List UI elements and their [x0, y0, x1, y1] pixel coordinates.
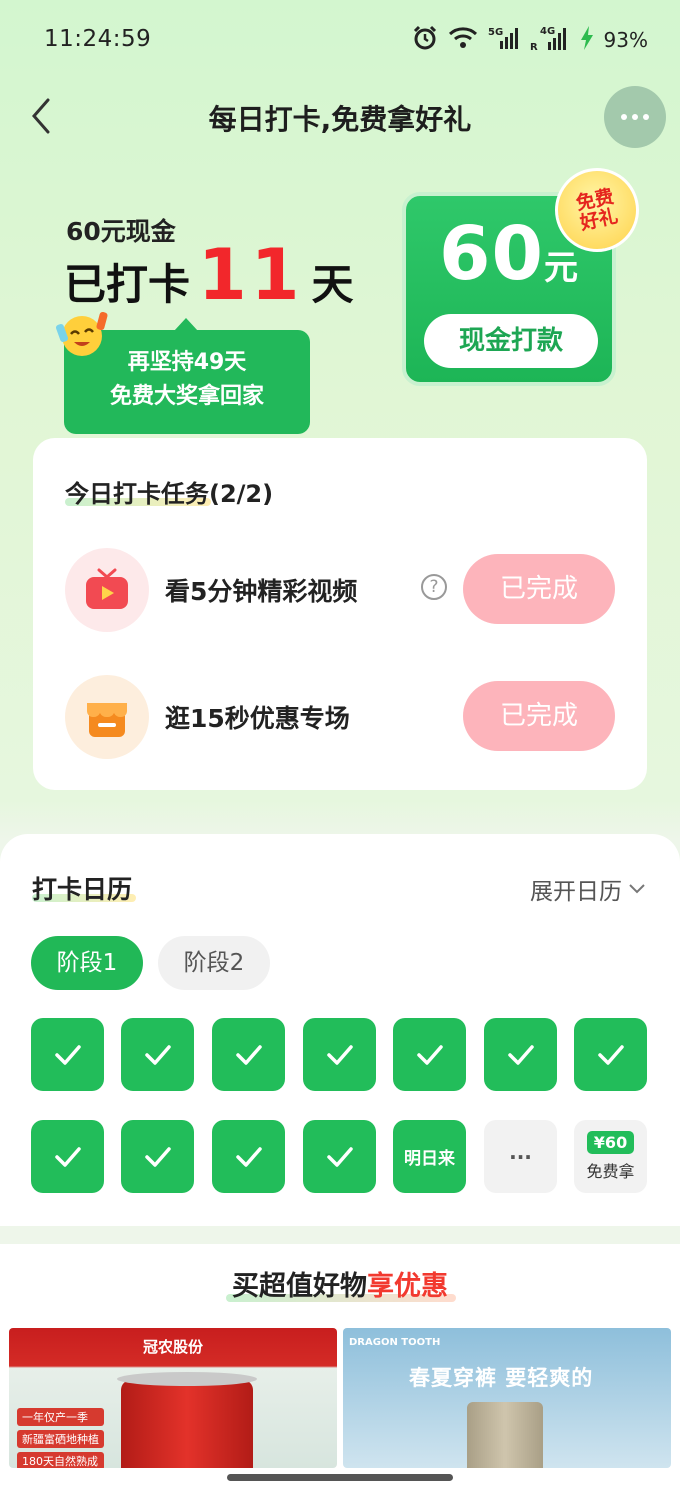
product-brand: DRAGON TOOTH — [349, 1337, 441, 1348]
svg-text:5G: 5G — [488, 27, 503, 38]
status-bar: 11:24:59 5G 4G R 93% — [0, 0, 680, 80]
check-icon — [507, 1044, 534, 1065]
product-slogan: 春夏穿裤 要轻爽的 — [409, 1366, 594, 1390]
check-icon — [144, 1146, 171, 1167]
reward-amount: ¥60 — [586, 1131, 635, 1154]
encourage-line2: 免费大奖拿回家 — [109, 384, 264, 409]
status-time: 11:24:59 — [44, 26, 152, 52]
expand-calendar-button[interactable]: 展开日历 — [530, 872, 646, 906]
nav-bar: 每日打卡,免费拿好礼 — [0, 80, 680, 154]
check-icon — [54, 1146, 81, 1167]
day-cell-checked — [393, 1018, 466, 1091]
home-indicator[interactable] — [227, 1474, 453, 1481]
promo-tag: 一年仅产一季 — [17, 1408, 104, 1426]
day-cell-checked — [212, 1018, 285, 1091]
tomato-can-image — [117, 1372, 257, 1468]
tv-icon — [65, 548, 149, 632]
product-brand: 冠农股份 — [142, 1338, 203, 1356]
promo-tag: 180天自然熟成 — [17, 1452, 104, 1468]
day-cell-more: ··· — [484, 1120, 557, 1193]
celebrate-emoji-icon — [56, 306, 110, 360]
task-row-shop: 逛15秒优惠专场 已完成 — [65, 675, 615, 759]
product-card-tomato[interactable]: 冠农股份 一年仅产一季 新疆富硒地种植 180天自然熟成 — [9, 1328, 337, 1468]
status-icons: 5G 4G R 93% — [412, 24, 648, 56]
deals-title: 买超值好物享优惠 — [0, 1264, 680, 1303]
day-cell-checked — [303, 1120, 376, 1193]
task-label: 看5分钟精彩视频 — [165, 577, 358, 606]
task-done-button[interactable]: 已完成 — [463, 554, 615, 624]
checked-suffix: 天 — [311, 260, 354, 309]
task-label: 逛15秒优惠专场 — [165, 704, 350, 733]
checked-days-heading: 已打卡 11 天 — [64, 240, 353, 312]
tab-stage-1[interactable]: 阶段1 — [31, 936, 143, 990]
dot-icon — [643, 114, 649, 120]
prize-unit: 元 — [543, 248, 579, 288]
day-cell-checked — [121, 1018, 194, 1091]
day-cell-checked — [121, 1120, 194, 1193]
day-cell-tomorrow: 明日来 — [393, 1120, 466, 1193]
alarm-icon — [412, 25, 438, 55]
day-cell-checked — [303, 1018, 376, 1091]
battery-percent: 93% — [603, 28, 648, 52]
deals-title-accent: 享优惠 — [367, 1271, 448, 1302]
check-icon — [54, 1044, 81, 1065]
svg-text:R: R — [530, 42, 538, 52]
checkin-calendar: 打卡日历 展开日历 阶段1 阶段2 明日来 ··· ¥60 免费拿 — [0, 834, 680, 1226]
check-icon — [144, 1044, 171, 1065]
signal-5g-icon: 5G — [488, 25, 520, 55]
chevron-down-icon — [629, 884, 645, 894]
task-row-video: 看5分钟精彩视频 ? 已完成 — [65, 548, 615, 632]
cash-payout-button[interactable]: 现金打款 — [424, 314, 598, 368]
checkin-hero: 60元现金 已打卡 11 天 再坚持49天 免费大奖拿回家 60元 现金打款 免… — [0, 160, 680, 440]
expand-calendar-label: 展开日历 — [530, 879, 622, 905]
more-options-button[interactable] — [604, 86, 666, 148]
page-title: 每日打卡,免费拿好礼 — [208, 103, 472, 136]
task-done-button[interactable]: 已完成 — [463, 681, 615, 751]
day-cell-reward[interactable]: ¥60 免费拿 — [574, 1120, 647, 1193]
task-card-title: 今日打卡任务(2/2) — [65, 480, 274, 508]
battery-charging-icon — [580, 26, 594, 54]
check-icon — [326, 1044, 353, 1065]
dot-icon — [632, 114, 638, 120]
deals-title-normal: 买超值好物 — [232, 1271, 367, 1302]
dot-icon — [621, 114, 627, 120]
day-cell-checked — [574, 1018, 647, 1091]
checked-prefix: 已打卡 — [64, 260, 191, 309]
day-cell-checked — [31, 1018, 104, 1091]
prize-number: 60 — [439, 211, 544, 297]
svg-text:4G: 4G — [540, 26, 555, 37]
day-cell-checked — [212, 1120, 285, 1193]
checked-days-count: 11 — [198, 234, 304, 316]
wifi-icon — [448, 26, 478, 54]
day-cell-checked — [484, 1018, 557, 1091]
check-icon — [235, 1146, 262, 1167]
check-icon — [416, 1044, 443, 1065]
pants-image — [467, 1402, 543, 1468]
help-icon[interactable]: ? — [421, 574, 447, 600]
promo-tags: 一年仅产一季 新疆富硒地种植 180天自然熟成 — [17, 1408, 104, 1468]
tab-stage-2[interactable]: 阶段2 — [158, 936, 270, 990]
product-card-pants[interactable]: DRAGON TOOTH 春夏穿裤 要轻爽的 — [343, 1328, 671, 1468]
check-icon — [326, 1146, 353, 1167]
check-icon — [235, 1044, 262, 1065]
deals-section: 买超值好物享优惠 冠农股份 一年仅产一季 新疆富硒地种植 180天自然熟成 DR… — [0, 1244, 680, 1496]
signal-4g-icon: 4G R — [530, 24, 570, 56]
promo-tag: 新疆富硒地种植 — [17, 1430, 104, 1448]
shop-icon — [65, 675, 149, 759]
calendar-title: 打卡日历 — [32, 875, 133, 904]
day-cell-checked — [31, 1120, 104, 1193]
check-icon — [597, 1044, 624, 1065]
daily-task-card: 今日打卡任务(2/2) 看5分钟精彩视频 ? 已完成 逛15秒优惠专场 已完成 — [33, 438, 647, 790]
reward-label: 免费拿 — [586, 1162, 635, 1181]
